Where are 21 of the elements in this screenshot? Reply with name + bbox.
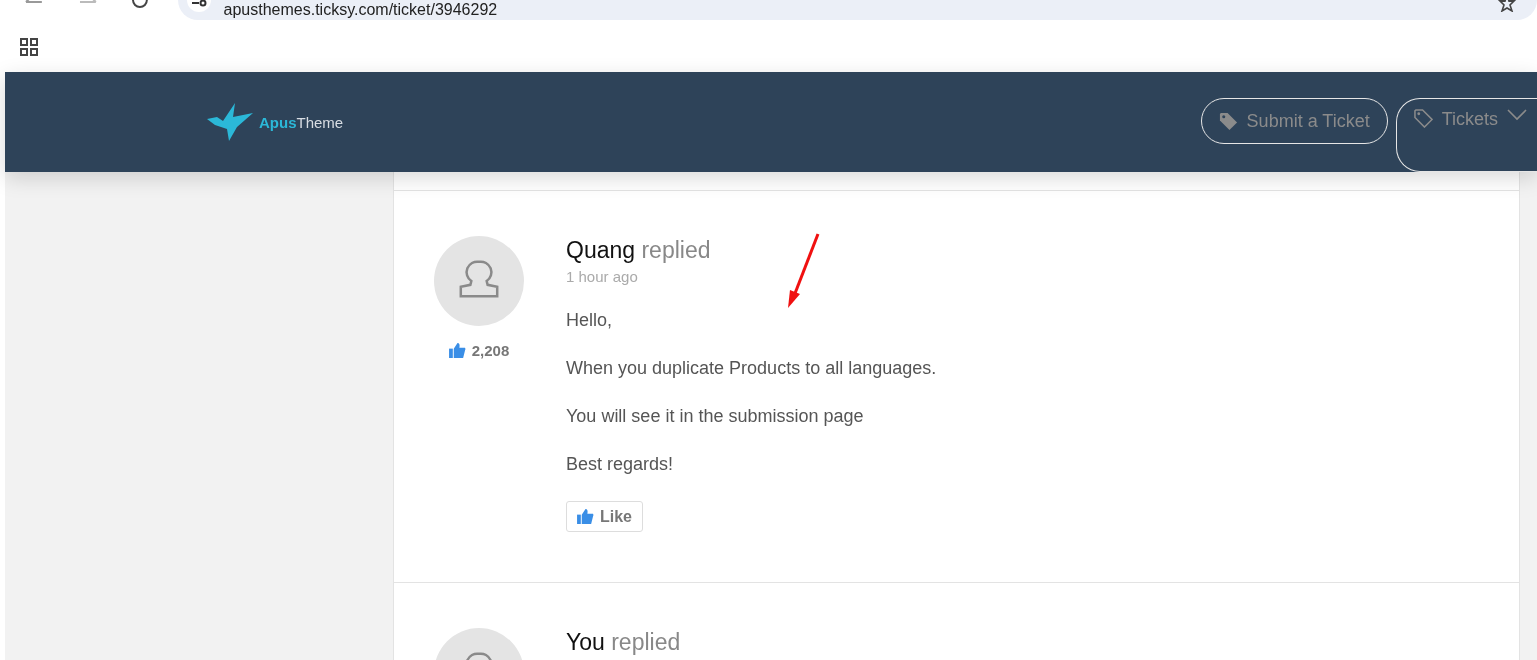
reply-heading: You replied	[566, 628, 681, 656]
like-button[interactable]: Like	[566, 501, 643, 532]
address-bar[interactable]: apusthemes.ticksy.com/ticket/3946292	[177, 0, 1537, 20]
message-text: Hello,	[566, 309, 614, 331]
reply-time: 1 hour ago	[566, 268, 639, 285]
reload-icon[interactable]	[131, 0, 148, 10]
chevron-down-icon	[1507, 109, 1527, 121]
thumbs-up-icon	[448, 343, 466, 358]
star-icon[interactable]	[1497, 0, 1517, 12]
message-text: Best regards!	[566, 453, 675, 475]
site-info-icon[interactable]	[185, 0, 212, 12]
bird-icon	[207, 103, 253, 141]
apps-grid-icon[interactable]	[20, 38, 38, 56]
reply-heading: Quang replied	[566, 236, 712, 264]
tag-icon	[1413, 109, 1433, 128]
message-text: You will see it in the submission page	[566, 405, 865, 427]
site-logo[interactable]: ApusTheme	[207, 103, 344, 141]
tag-icon	[1218, 111, 1238, 131]
like-count: 2,208	[471, 342, 510, 359]
message-text: When you duplicate Products to all languages.	[566, 357, 937, 379]
thumbs-up-icon	[577, 509, 594, 524]
